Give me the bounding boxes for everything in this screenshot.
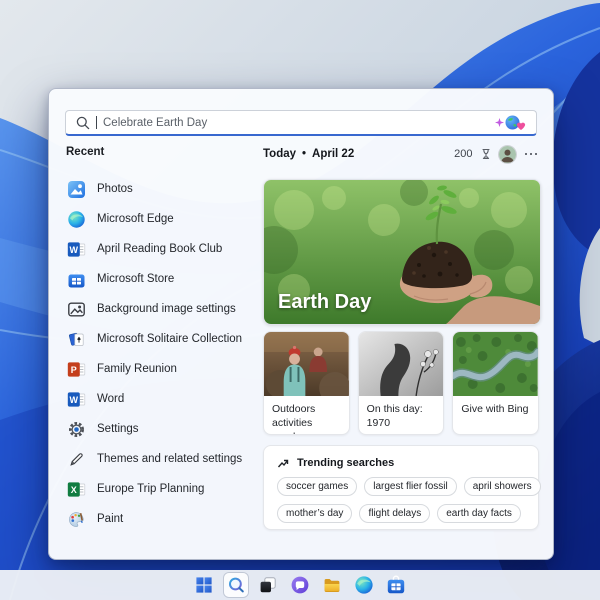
earth-day-decoration	[495, 110, 526, 136]
task-view-icon	[258, 575, 278, 595]
recent-item-label: Themes and related settings	[97, 453, 242, 465]
trending-pill[interactable]: earth day facts	[437, 504, 521, 523]
trending-pill[interactable]: mother’s day	[277, 504, 352, 523]
heart-icon	[516, 118, 526, 136]
recent-item-label: Paint	[97, 513, 123, 525]
recent-item-label: Photos	[97, 183, 133, 195]
recent-item-label: Background image settings	[97, 303, 236, 315]
sparkle-icon	[495, 118, 504, 127]
edge-icon	[67, 210, 86, 229]
svg-text:W: W	[70, 245, 79, 255]
trending-searches-card: Trending searches soccer games largest f…	[263, 445, 539, 530]
recent-item-word[interactable]: W Word	[65, 384, 259, 414]
recent-item-family-reunion[interactable]: P Family Reunion	[65, 354, 259, 384]
store-icon	[67, 270, 86, 289]
magnifier-icon	[76, 116, 90, 130]
word-app-icon: W	[67, 390, 86, 409]
recent-item-label: Microsoft Store	[97, 273, 174, 285]
edge-browser-icon	[354, 575, 374, 595]
gear-icon	[67, 420, 86, 439]
image-settings-icon	[67, 300, 86, 319]
recent-item-april-reading-book-club[interactable]: W April Reading Book Club	[65, 234, 259, 264]
earth-day-hero-card[interactable]: Earth Day	[263, 179, 541, 325]
today-date-label: Today • April 22	[263, 148, 354, 160]
search-button[interactable]	[224, 573, 248, 597]
store-bag-icon	[386, 575, 406, 595]
recent-item-themes-settings[interactable]: Themes and related settings	[65, 444, 259, 474]
text-caret	[96, 116, 97, 129]
recent-item-solitaire[interactable]: Microsoft Solitaire Collection	[65, 324, 259, 354]
svg-text:X: X	[71, 485, 77, 495]
recent-item-label: Microsoft Solitaire Collection	[97, 333, 242, 345]
card-label: Outdoors activities nearby	[264, 396, 349, 435]
trending-pill[interactable]: flight delays	[359, 504, 430, 523]
recent-section-title: Recent	[66, 146, 104, 158]
search-input[interactable]: Celebrate Earth Day	[65, 110, 537, 136]
user-avatar[interactable]	[499, 146, 516, 163]
windows-start-icon	[194, 575, 214, 595]
word-document-icon: W	[67, 240, 86, 259]
recent-item-label: Family Reunion	[97, 363, 177, 375]
recent-item-label: Microsoft Edge	[97, 213, 174, 225]
photos-icon	[67, 180, 86, 199]
trending-pill[interactable]: april showers	[464, 477, 541, 496]
hikers-photo	[264, 332, 349, 396]
trending-title: Trending searches	[297, 457, 394, 469]
rewards-points[interactable]: 200	[454, 148, 472, 160]
recent-item-paint[interactable]: Paint	[65, 504, 259, 534]
hero-title: Earth Day	[278, 291, 371, 314]
taskbar	[0, 570, 600, 600]
rewards-trophy-icon[interactable]	[480, 148, 492, 160]
chat-icon	[290, 575, 310, 595]
card-label: Give with Bing	[453, 396, 538, 416]
edge-button[interactable]	[352, 573, 376, 597]
daily-cards-row: Outdoors activities nearby On this day: …	[263, 331, 539, 435]
powerpoint-document-icon: P	[67, 360, 86, 379]
task-view-button[interactable]	[256, 573, 280, 597]
trending-arrow-icon	[277, 457, 289, 469]
card-outdoors-activities[interactable]: Outdoors activities nearby	[263, 331, 350, 435]
chat-button[interactable]	[288, 573, 312, 597]
pencil-icon	[67, 450, 86, 469]
start-button[interactable]	[192, 573, 216, 597]
more-options-icon[interactable]	[523, 151, 540, 158]
forest-river-photo	[453, 332, 538, 396]
recent-item-background-image-settings[interactable]: Background image settings	[65, 294, 259, 324]
excel-document-icon: X	[67, 480, 86, 499]
search-icon	[227, 576, 246, 595]
daily-header: Today • April 22 200	[263, 145, 539, 163]
svg-text:W: W	[70, 395, 79, 405]
desktop: { "theme":{"accent":"#3868cf","window_bg…	[0, 0, 600, 600]
store-button[interactable]	[384, 573, 408, 597]
recent-item-microsoft-store[interactable]: Microsoft Store	[65, 264, 259, 294]
recent-item-edge[interactable]: Microsoft Edge	[65, 204, 259, 234]
file-explorer-icon	[322, 575, 342, 595]
trending-pill[interactable]: largest flier fossil	[364, 477, 456, 496]
recent-item-label: Europe Trip Planning	[97, 483, 204, 495]
recent-item-label: Word	[97, 393, 124, 405]
recent-item-label: April Reading Book Club	[97, 243, 222, 255]
paint-icon	[67, 510, 86, 529]
search-query-text: Celebrate Earth Day	[103, 117, 489, 129]
recent-item-photos[interactable]: Photos	[65, 174, 259, 204]
recent-item-label: Settings	[97, 423, 139, 435]
solitaire-icon	[67, 330, 86, 349]
recent-list: Photos Microsoft Edge W Ap	[65, 174, 259, 534]
file-explorer-button[interactable]	[320, 573, 344, 597]
vintage-photo	[359, 332, 444, 396]
trending-pill[interactable]: soccer games	[277, 477, 357, 496]
svg-text:P: P	[71, 365, 77, 375]
recent-item-settings[interactable]: Settings	[65, 414, 259, 444]
card-label: On this day: 1970	[359, 396, 444, 430]
search-flyout-window: Celebrate Earth Day Recent	[48, 88, 554, 560]
card-on-this-day[interactable]: On this day: 1970	[358, 331, 445, 435]
card-give-with-bing[interactable]: Give with Bing	[452, 331, 539, 435]
recent-item-europe-trip-planning[interactable]: X Europe Trip Planning	[65, 474, 259, 504]
